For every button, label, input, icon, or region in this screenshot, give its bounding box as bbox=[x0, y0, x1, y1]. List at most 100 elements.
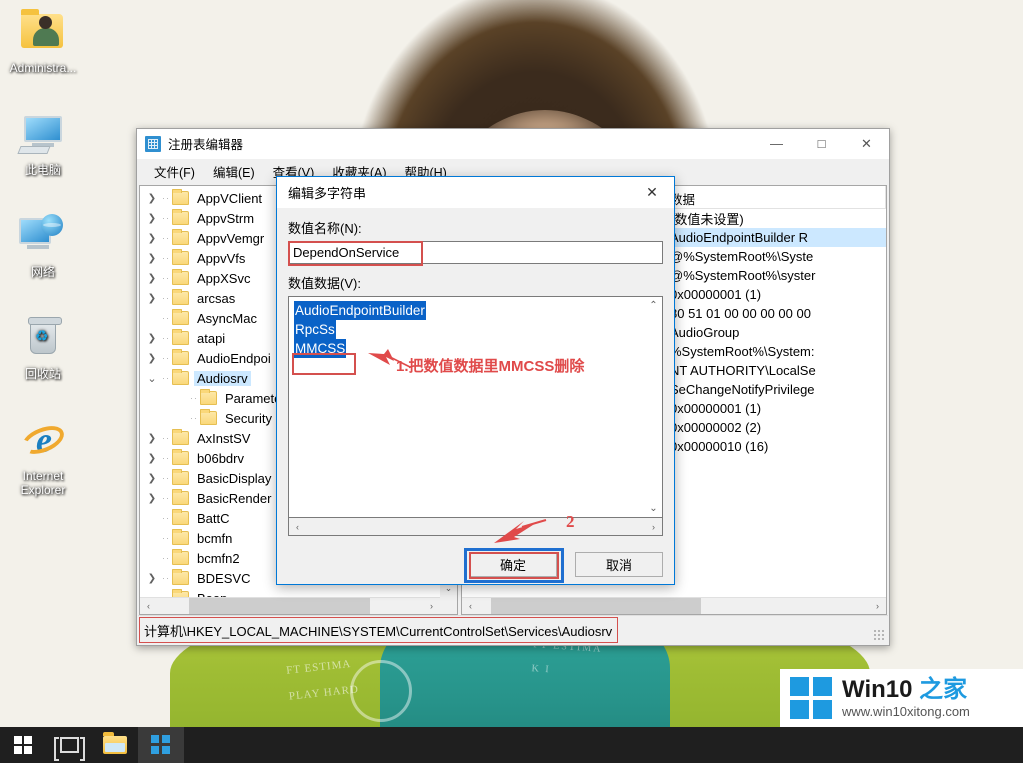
ok-annotation-highlight bbox=[469, 552, 559, 579]
chevron-right-icon[interactable]: ❯ bbox=[144, 273, 160, 284]
desktop-icon-recycle-bin[interactable]: ♻ 回收站 bbox=[0, 314, 86, 381]
tree-line-connector: ·· bbox=[162, 213, 170, 223]
tree-hscroll-thumb[interactable] bbox=[188, 597, 370, 614]
task-view-button[interactable] bbox=[46, 727, 92, 763]
chevron-right-icon[interactable]: ❯ bbox=[144, 333, 160, 344]
value-data-cell: @%SystemRoot%\Syste bbox=[670, 249, 814, 264]
administrator-folder-icon bbox=[19, 8, 67, 58]
tree-line-connector: ·· bbox=[162, 293, 170, 303]
chevron-right-icon[interactable]: ❯ bbox=[144, 213, 160, 224]
data-vertical-scrollbar[interactable]: ⌃ ⌄ bbox=[644, 297, 662, 517]
desktop-icon-label: 网络 bbox=[30, 265, 55, 279]
data-line[interactable]: AudioEndpointBuilder bbox=[294, 301, 640, 320]
desktop-icon-network[interactable]: 网络 bbox=[0, 212, 86, 279]
value-data-textarea[interactable]: AudioEndpointBuilder RpcSs MMCSS ⌃ ⌄ bbox=[288, 296, 663, 518]
chevron-right-icon[interactable]: ❯ bbox=[144, 433, 160, 444]
dialog-title: 编辑多字符串 bbox=[288, 186, 367, 201]
data-horizontal-scrollbar[interactable]: ‹ › bbox=[288, 518, 663, 536]
start-button[interactable] bbox=[0, 727, 46, 763]
folder-icon bbox=[172, 269, 189, 285]
cancel-button[interactable]: 取消 bbox=[575, 552, 663, 577]
chevron-down-icon[interactable]: ⌄ bbox=[144, 372, 160, 385]
tree-line-connector: ·· bbox=[162, 353, 170, 363]
minimize-button[interactable]: — bbox=[754, 129, 799, 159]
folder-icon bbox=[172, 469, 189, 485]
menu-item-file[interactable]: 文件(F) bbox=[145, 160, 204, 183]
tree-item-label: AppvVemgr bbox=[197, 230, 265, 246]
edit-multi-string-dialog: 编辑多字符串 ✕ 数值名称(N): DependOnService 数值数据(V… bbox=[276, 176, 675, 585]
tree-item-label: AsyncMac bbox=[197, 310, 257, 326]
folder-icon bbox=[172, 249, 189, 265]
tree-item-label: b06bdrv bbox=[197, 450, 244, 466]
tree-line-connector: ·· bbox=[162, 233, 170, 243]
value-data-cell: AudioGroup bbox=[670, 325, 740, 340]
regedit-taskbar-button[interactable] bbox=[138, 727, 184, 763]
recycle-bin-icon: ♻ bbox=[19, 314, 67, 364]
value-data-cell: AudioEndpointBuilder R bbox=[670, 230, 809, 245]
desktop-icon-this-pc[interactable]: 此电脑 bbox=[0, 110, 86, 177]
maximize-button[interactable]: □ bbox=[799, 129, 844, 159]
menu-item-edit[interactable]: 编辑(E) bbox=[204, 160, 264, 183]
scroll-right-icon[interactable]: › bbox=[869, 601, 886, 611]
values-horizontal-scrollbar[interactable]: ‹ › bbox=[462, 597, 886, 614]
dialog-close-icon[interactable]: ✕ bbox=[630, 177, 674, 208]
value-data-label: 数值数据(V): bbox=[288, 276, 361, 291]
values-hscroll-thumb[interactable] bbox=[490, 597, 702, 614]
column-header-data[interactable]: 数据 bbox=[664, 186, 886, 208]
chevron-right-icon[interactable]: ❯ bbox=[144, 493, 160, 504]
scroll-left-icon[interactable]: ‹ bbox=[140, 601, 157, 611]
resize-grip[interactable] bbox=[873, 629, 885, 641]
system-tray[interactable] bbox=[780, 727, 1023, 763]
folder-icon bbox=[172, 309, 189, 325]
mmcss-highlight-box bbox=[292, 353, 356, 375]
internet-explorer-icon: e bbox=[18, 416, 68, 466]
tree-horizontal-scrollbar[interactable]: ‹ › bbox=[140, 597, 440, 614]
tree-scroll-corner bbox=[440, 597, 457, 614]
chevron-right-icon[interactable]: ❯ bbox=[144, 193, 160, 204]
window-titlebar[interactable]: 注册表编辑器 — □ ✕ bbox=[137, 129, 889, 159]
tree-item-label: AxInstSV bbox=[197, 430, 251, 446]
scroll-left-icon[interactable]: ‹ bbox=[289, 522, 306, 532]
value-name-input[interactable]: DependOnService bbox=[288, 241, 663, 266]
close-button[interactable]: ✕ bbox=[844, 129, 889, 159]
values-hscroll-track[interactable] bbox=[479, 597, 869, 614]
scroll-left-icon[interactable]: ‹ bbox=[462, 601, 479, 611]
desktop-icon-internet-explorer[interactable]: e Internet Explorer bbox=[0, 416, 86, 497]
file-explorer-button[interactable] bbox=[92, 727, 138, 763]
tree-line-connector: ·· bbox=[162, 193, 170, 203]
regedit-taskbar-icon bbox=[151, 735, 171, 755]
chevron-right-icon[interactable]: ❯ bbox=[144, 233, 160, 244]
value-data-cell: 0x00000010 (16) bbox=[670, 439, 769, 454]
value-name-label: 数值名称(N): bbox=[288, 221, 362, 236]
scroll-right-icon[interactable]: › bbox=[645, 522, 662, 532]
chevron-right-icon[interactable]: ❯ bbox=[144, 293, 160, 304]
tree-item-label: AppXSvc bbox=[197, 270, 251, 286]
data-line[interactable]: RpcSs bbox=[294, 320, 640, 339]
desktop-icon-label: 此电脑 bbox=[24, 163, 61, 177]
tree-line-connector: ·· bbox=[162, 333, 170, 343]
desktop-icon-label-2: Explorer bbox=[20, 483, 66, 497]
folder-icon bbox=[172, 229, 189, 245]
desktop-icon-administrator[interactable]: Administra... bbox=[0, 8, 86, 75]
dialog-titlebar[interactable]: 编辑多字符串 ✕ bbox=[277, 177, 674, 208]
scroll-right-icon[interactable]: › bbox=[423, 601, 440, 611]
scroll-up-icon[interactable]: ⌃ bbox=[649, 297, 657, 314]
chevron-right-icon[interactable]: ❯ bbox=[144, 353, 160, 364]
watermark-url: www.win10xitong.com bbox=[842, 704, 970, 720]
chevron-right-icon[interactable]: ❯ bbox=[144, 573, 160, 584]
chevron-right-icon[interactable]: ❯ bbox=[144, 253, 160, 264]
tree-item-label: bcmfn bbox=[197, 530, 233, 546]
tree-item-label: AppvVfs bbox=[197, 250, 246, 266]
chevron-right-icon[interactable]: ❯ bbox=[144, 473, 160, 484]
folder-icon bbox=[172, 489, 189, 505]
tree-item-beep[interactable]: ··Beep bbox=[140, 588, 440, 597]
ok-button[interactable]: 确定 bbox=[464, 548, 564, 583]
value-data-lines[interactable]: AudioEndpointBuilder RpcSs MMCSS bbox=[289, 297, 644, 517]
tree-line-connector: ·· bbox=[162, 493, 170, 503]
taskbar bbox=[0, 727, 1023, 763]
value-data-cell: NT AUTHORITY\LocalSe bbox=[670, 363, 816, 378]
tree-hscroll-track[interactable] bbox=[157, 597, 423, 614]
this-pc-icon bbox=[17, 110, 67, 160]
chevron-right-icon[interactable]: ❯ bbox=[144, 453, 160, 464]
scroll-down-icon[interactable]: ⌄ bbox=[649, 500, 657, 517]
